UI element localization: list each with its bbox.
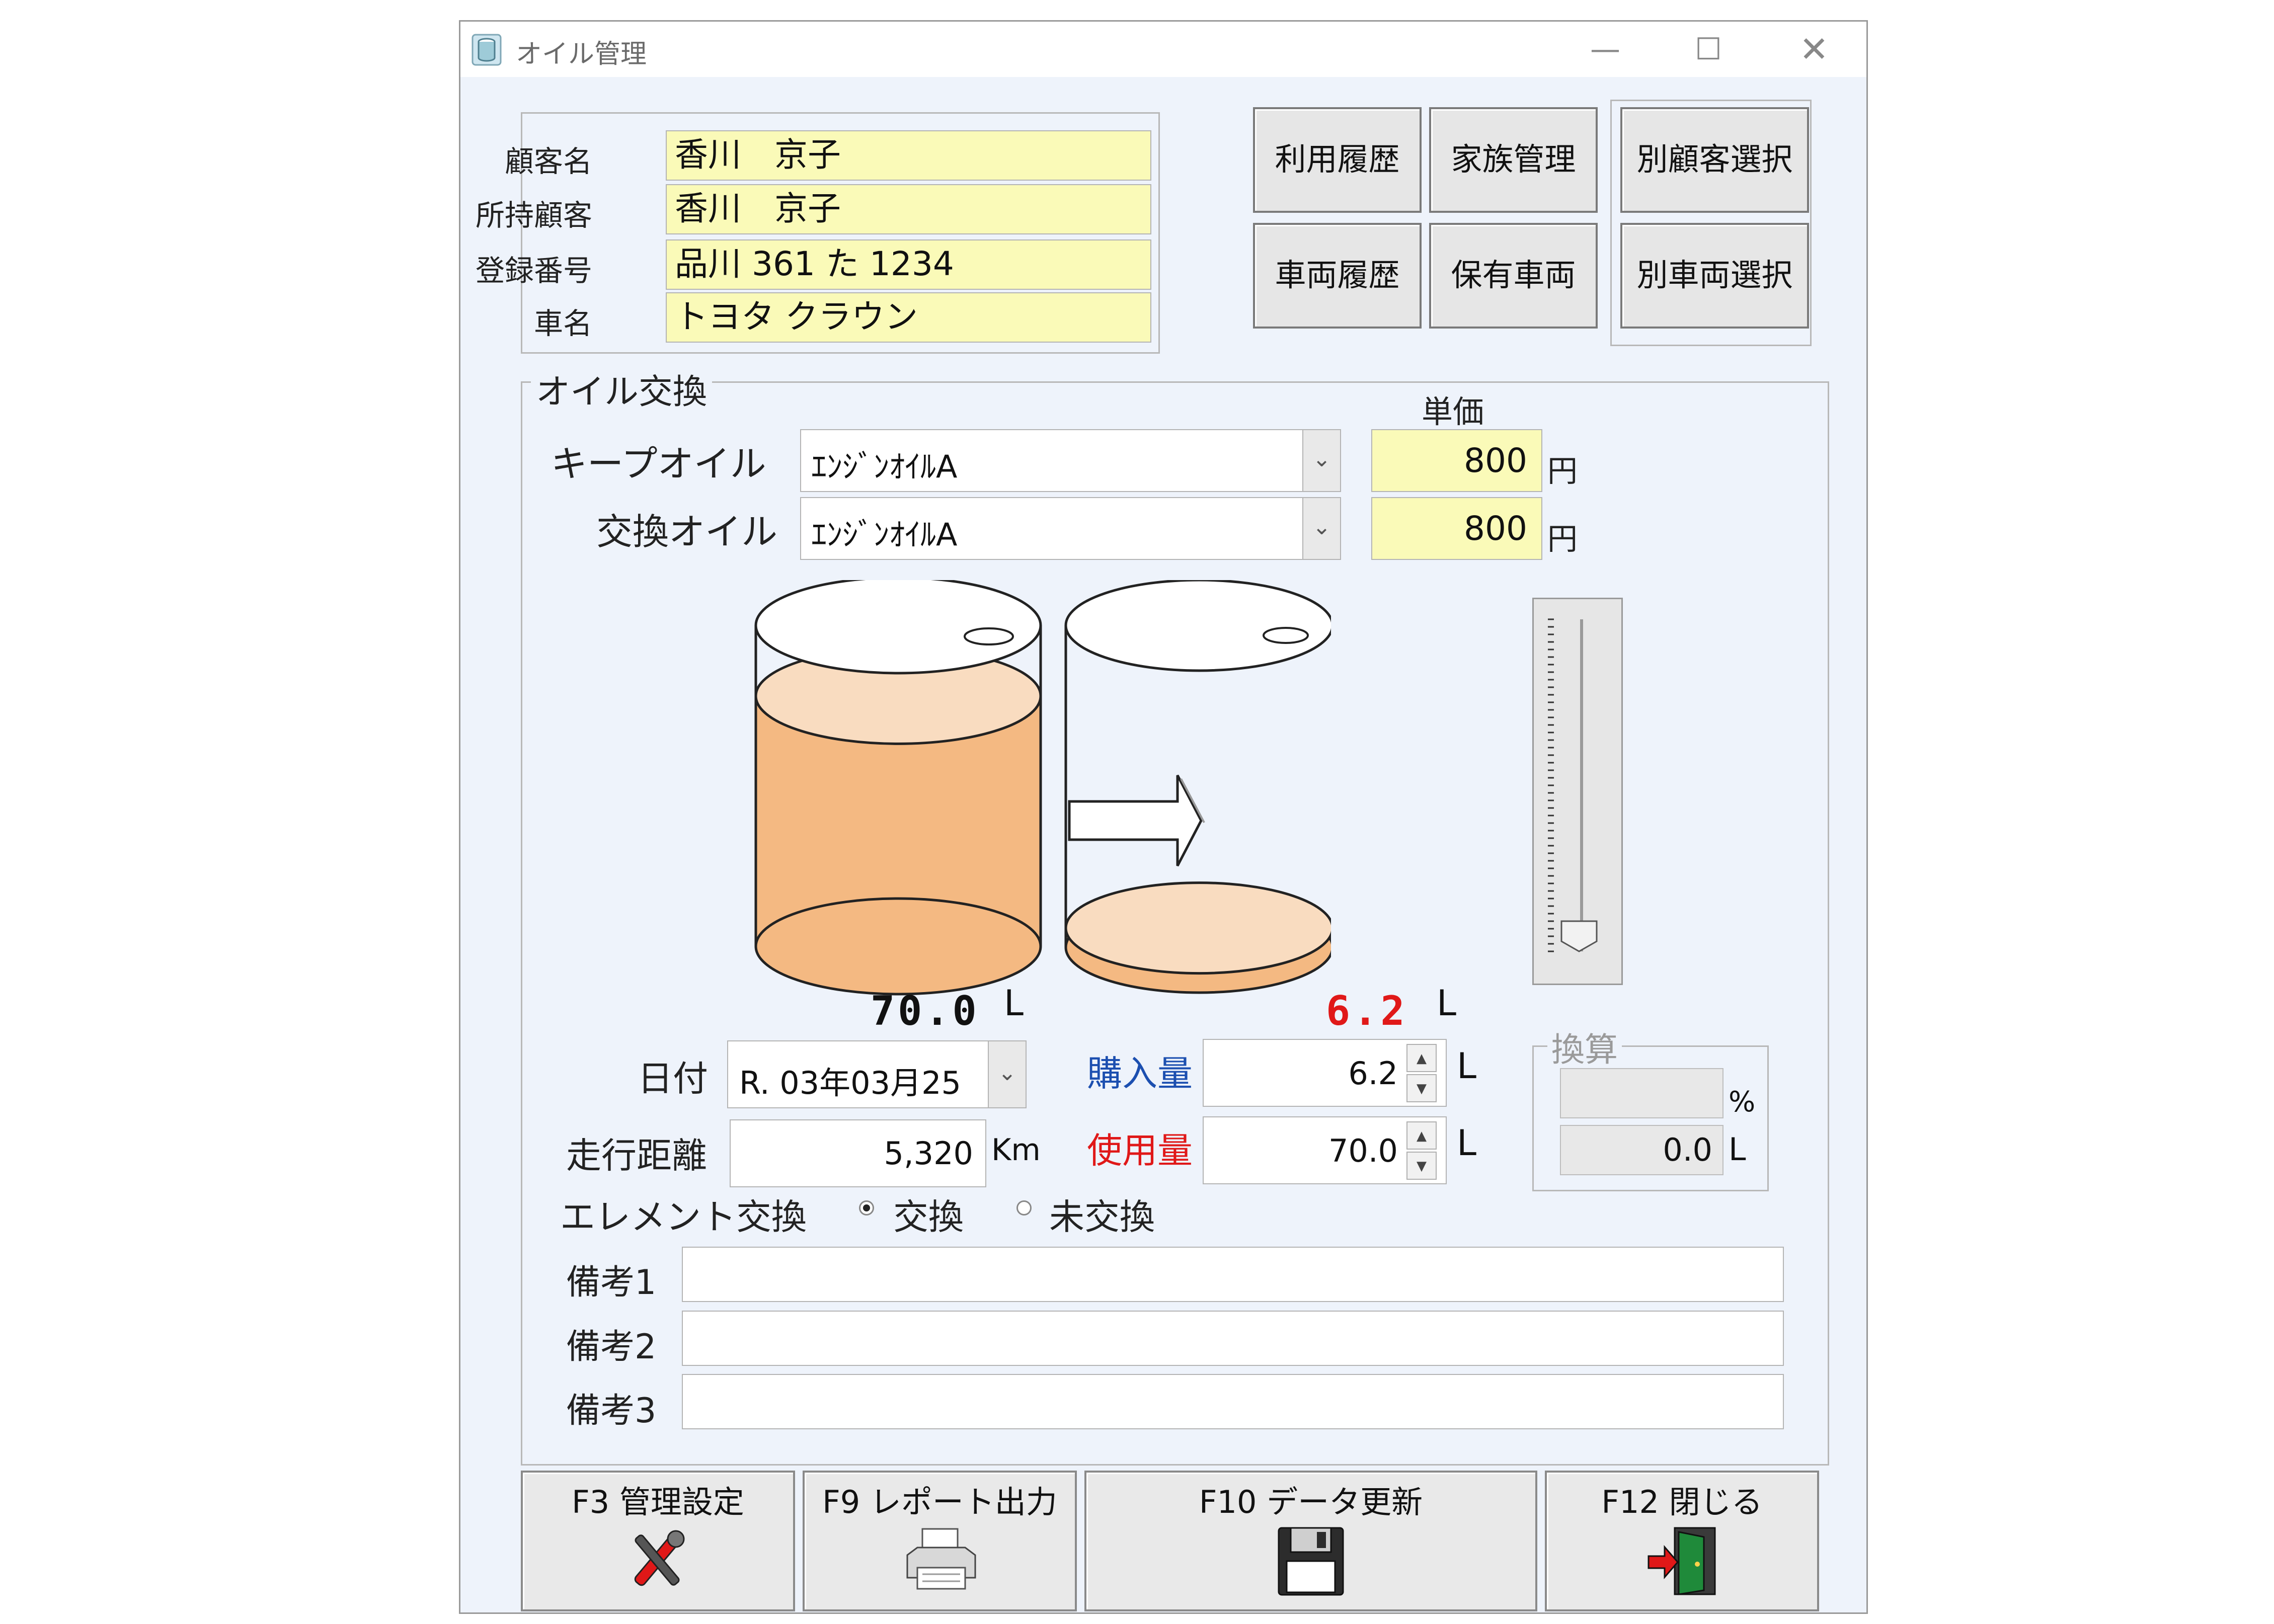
f3-settings-button[interactable]: F3 管理設定 (521, 1471, 795, 1611)
f10-update-button[interactable]: F10 データ更新 (1084, 1471, 1537, 1611)
exchange-oil-label: 交換オイル (596, 511, 778, 553)
usage-history-button[interactable]: 利用履歴 (1253, 107, 1422, 213)
exchange-oil-price[interactable]: 800 (1371, 497, 1542, 560)
registration-label: 登録番号 (475, 254, 592, 288)
spin-down-icon[interactable]: ▼ (1406, 1074, 1437, 1102)
registration-field[interactable]: 品川 361 た 1234 (666, 239, 1151, 290)
right-liter-unit: L (1437, 983, 1456, 1024)
purchase-value: 6.2 (1348, 1055, 1398, 1092)
tools-icon (634, 1530, 684, 1586)
percent-unit: % (1729, 1086, 1756, 1118)
chevron-down-icon[interactable]: ⌄ (988, 1041, 1026, 1107)
note3-field[interactable] (682, 1374, 1784, 1429)
date-picker[interactable]: R. 03年03月25 ⌄ (727, 1040, 1027, 1108)
customer-name-label: 顧客名 (504, 144, 592, 179)
purchase-liter-unit: L (1457, 1045, 1476, 1087)
mileage-field[interactable]: 5,320 (730, 1119, 986, 1187)
printer-icon (906, 1528, 976, 1590)
conversion-percent-field (1560, 1068, 1723, 1118)
slider-track (1548, 618, 1598, 952)
customer-name-field[interactable]: 香川 京子 (666, 130, 1151, 181)
keep-oil-label: キープオイル (551, 443, 766, 485)
left-amount: 70.0 (871, 988, 980, 1034)
left-tank (754, 580, 1042, 996)
car-name-label: 車名 (533, 306, 592, 341)
owned-vehicles-button[interactable]: 保有車両 (1429, 223, 1598, 329)
f3-label: F3 管理設定 (572, 1484, 744, 1520)
maximize-button[interactable]: ☐ (1678, 27, 1739, 72)
radio-not-exchanged-label[interactable]: 未交換 (1049, 1189, 1155, 1240)
exchange-oil-select[interactable]: ｴﾝｼﾞﾝｵｲﾙA ⌄ (800, 497, 1341, 560)
purchase-spinner[interactable]: 6.2 ▲ ▼ (1203, 1039, 1447, 1107)
radio-exchange-dot (863, 1204, 870, 1211)
unit-price-label: 単価 (1422, 393, 1484, 430)
spin-down-icon[interactable]: ▼ (1406, 1152, 1437, 1180)
radio-not-exchanged[interactable] (1016, 1200, 1032, 1215)
right-amount: 6.2 (1326, 988, 1408, 1034)
km-unit: Km (991, 1132, 1041, 1168)
usage-value: 70.0 (1328, 1132, 1398, 1169)
f9-label: F9 レポート出力 (822, 1484, 1057, 1520)
vehicle-history-button[interactable]: 車両履歴 (1253, 223, 1422, 329)
keep-yen-label: 円 (1547, 454, 1578, 489)
spin-up-icon[interactable]: ▲ (1406, 1121, 1437, 1150)
exit-door-icon (1648, 1527, 1715, 1595)
left-liter-unit: L (1004, 983, 1024, 1024)
radio-exchange-label[interactable]: 交換 (893, 1189, 964, 1240)
title-bar[interactable]: オイル管理 — ☐ ✕ (460, 22, 1866, 77)
customer-info-panel: 顧客名 香川 京子 所持顧客 香川 京子 登録番号 品川 361 た 1234 … (476, 112, 1160, 354)
radio-exchange[interactable] (859, 1200, 874, 1215)
note1-field[interactable] (682, 1247, 1784, 1302)
f9-report-button[interactable]: F9 レポート出力 (803, 1471, 1077, 1611)
f10-label: F10 データ更新 (1199, 1484, 1423, 1520)
chevron-down-icon[interactable]: ⌄ (1302, 498, 1340, 559)
chevron-down-icon[interactable]: ⌄ (1302, 430, 1340, 491)
date-label: 日付 (638, 1058, 708, 1099)
spin-up-icon[interactable]: ▲ (1406, 1044, 1437, 1072)
oil-exchange-title: オイル交換 (531, 364, 713, 414)
owner-label: 所持顧客 (475, 198, 592, 232)
client-area: 顧客名 香川 京子 所持顧客 香川 京子 登録番号 品川 361 た 1234 … (460, 77, 1866, 1612)
conversion-liter-field: 0.0 (1560, 1125, 1723, 1175)
select-other-vehicle-button[interactable]: 別車両選択 (1620, 223, 1809, 329)
note1-label: 備考1 (566, 1263, 657, 1303)
mileage-label: 走行距離 (566, 1135, 707, 1176)
note2-field[interactable] (682, 1311, 1784, 1366)
exchange-oil-value: ｴﾝｼﾞﾝｵｲﾙA (811, 516, 958, 553)
usage-liter-unit: L (1457, 1122, 1476, 1164)
family-management-button[interactable]: 家族管理 (1429, 107, 1598, 213)
car-name-field[interactable]: トヨタ クラウン (666, 292, 1151, 343)
window-title: オイル管理 (516, 39, 647, 69)
slider-thumb (1560, 920, 1598, 952)
keep-oil-value: ｴﾝｼﾞﾝｵｲﾙA (811, 448, 958, 485)
select-other-customer-button[interactable]: 別顧客選択 (1620, 107, 1809, 213)
f12-close-button[interactable]: F12 閉じる (1545, 1471, 1819, 1611)
oil-tank-visual (754, 580, 1331, 996)
amount-slider[interactable] (1532, 598, 1623, 985)
exchange-yen-label: 円 (1547, 522, 1578, 557)
floppy-disk-icon (1278, 1527, 1344, 1596)
usage-spinner[interactable]: 70.0 ▲ ▼ (1203, 1116, 1447, 1184)
minimize-button[interactable]: — (1575, 27, 1635, 72)
keep-oil-select[interactable]: ｴﾝｼﾞﾝｵｲﾙA ⌄ (800, 429, 1341, 492)
keep-oil-price[interactable]: 800 (1371, 429, 1542, 492)
purchase-label: 購入量 (1087, 1053, 1193, 1094)
element-exchange-label: エレメント交換 (560, 1196, 807, 1238)
conversion-title: 換算 (1547, 1023, 1622, 1071)
owner-field[interactable]: 香川 京子 (666, 184, 1151, 234)
date-value: R. 03年03月25 (739, 1065, 961, 1101)
usage-label: 使用量 (1087, 1130, 1193, 1171)
right-tank (1064, 580, 1331, 994)
note2-label: 備考2 (566, 1327, 657, 1367)
oil-management-window: オイル管理 — ☐ ✕ 顧客名 香川 京子 所持顧客 香川 京子 登録番号 品川… (459, 20, 1868, 1614)
conversion-liter-unit: L (1729, 1131, 1746, 1168)
note3-label: 備考3 (566, 1391, 657, 1431)
close-button[interactable]: ✕ (1784, 27, 1844, 72)
arrow-right-icon (1068, 774, 1205, 867)
cylinder-app-icon (472, 34, 502, 66)
f12-label: F12 閉じる (1601, 1484, 1763, 1520)
